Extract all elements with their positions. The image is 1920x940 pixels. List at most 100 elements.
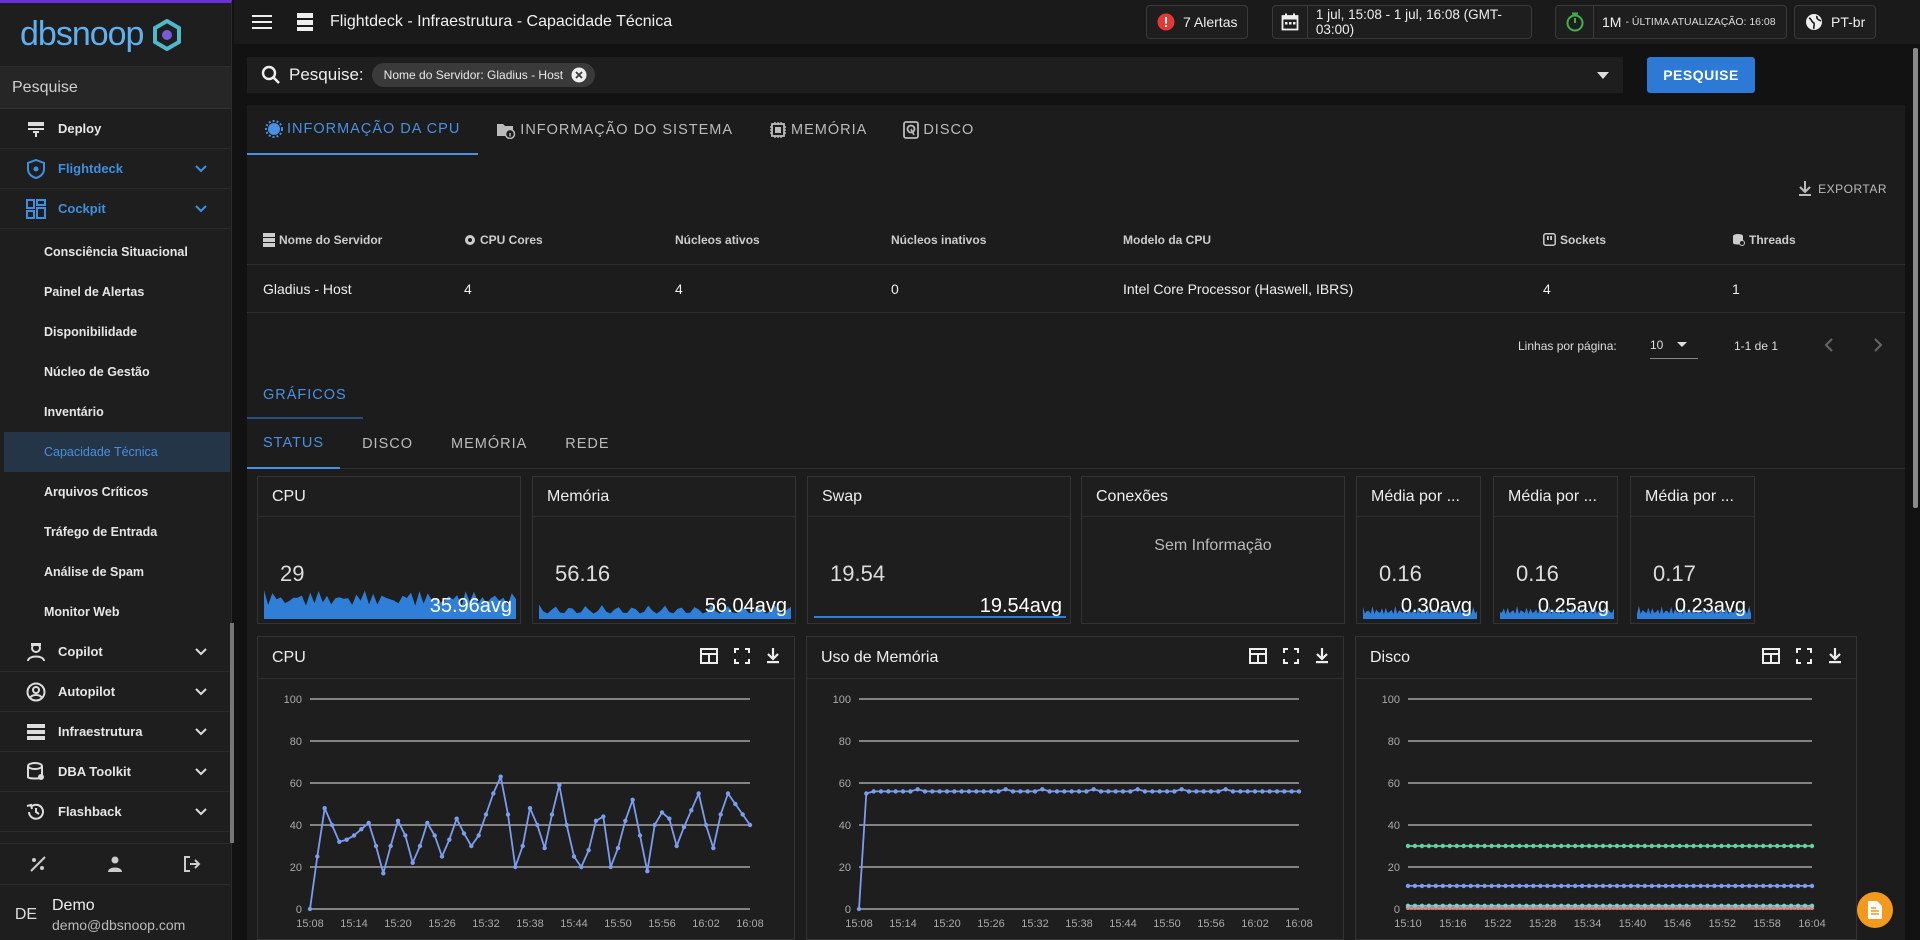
data-point[interactable]	[878, 789, 884, 794]
data-point[interactable]	[1712, 843, 1717, 849]
data-point[interactable]	[1552, 843, 1557, 849]
data-point[interactable]	[1447, 903, 1452, 909]
data-point[interactable]	[1656, 883, 1661, 889]
data-point[interactable]	[549, 812, 555, 817]
data-point[interactable]	[1461, 903, 1466, 909]
data-point[interactable]	[1698, 883, 1703, 889]
data-point[interactable]	[711, 845, 716, 851]
data-point[interactable]	[586, 848, 591, 853]
data-point[interactable]	[498, 774, 503, 779]
data-point[interactable]	[1164, 789, 1170, 794]
data-point[interactable]	[1186, 789, 1192, 794]
data-point[interactable]	[1238, 789, 1243, 794]
table-row[interactable]: Gladius - Host 4 4 0 Intel Core Processo…	[247, 265, 1905, 313]
data-point[interactable]	[344, 837, 349, 842]
data-point[interactable]	[483, 812, 489, 817]
data-point[interactable]	[1524, 883, 1529, 889]
data-point[interactable]	[1069, 789, 1074, 794]
data-point[interactable]	[1795, 843, 1801, 849]
data-point[interactable]	[315, 854, 320, 859]
data-point[interactable]	[1405, 903, 1411, 909]
data-point[interactable]	[1426, 903, 1432, 909]
data-point[interactable]	[922, 789, 928, 794]
data-point[interactable]	[1157, 789, 1162, 794]
data-point[interactable]	[1740, 843, 1745, 849]
data-point[interactable]	[886, 789, 891, 794]
data-point[interactable]	[1433, 903, 1439, 909]
data-point[interactable]	[1621, 843, 1627, 849]
data-point[interactable]	[505, 812, 511, 817]
data-point[interactable]	[915, 787, 920, 792]
data-point[interactable]	[1150, 789, 1155, 794]
column-header-sockets[interactable]: Sockets	[1543, 233, 1606, 247]
data-point[interactable]	[608, 864, 613, 870]
data-point[interactable]	[1656, 903, 1661, 909]
sidebar-subitem-analise-spam[interactable]: Análise de Spam	[4, 552, 230, 592]
data-point[interactable]	[593, 818, 599, 823]
data-point[interactable]	[1062, 789, 1067, 794]
data-point[interactable]	[373, 843, 379, 849]
sidebar-item-cockpit[interactable]: Cockpit	[0, 189, 230, 229]
data-point[interactable]	[1559, 903, 1564, 909]
filter-chip[interactable]: Nome do Servidor: Gladius - Host	[371, 63, 596, 87]
data-point[interactable]	[461, 831, 467, 836]
data-point[interactable]	[1208, 789, 1214, 794]
data-point[interactable]	[1572, 843, 1578, 849]
data-point[interactable]	[1635, 843, 1641, 849]
column-header-cpu-model[interactable]: Modelo da CPU	[1123, 233, 1211, 247]
page-scrollbar[interactable]	[1913, 48, 1918, 508]
data-point[interactable]	[1712, 903, 1717, 909]
data-point[interactable]	[1719, 883, 1724, 889]
data-point[interactable]	[1691, 903, 1696, 909]
sidebar-subitem-capacidade-tecnica[interactable]: Capacidade Técnica	[4, 432, 230, 472]
data-point[interactable]	[1649, 843, 1654, 849]
sidebar-item-copilot[interactable]: Copilot	[0, 632, 230, 672]
data-point[interactable]	[1047, 789, 1052, 794]
data-point[interactable]	[1593, 843, 1599, 849]
data-point[interactable]	[1726, 883, 1731, 889]
data-point[interactable]	[1614, 843, 1620, 849]
data-point[interactable]	[417, 843, 423, 849]
data-point[interactable]	[908, 789, 913, 794]
data-point[interactable]	[1454, 883, 1459, 889]
chevron-down-icon[interactable]	[194, 685, 208, 699]
logout-icon[interactable]	[183, 855, 201, 873]
data-point[interactable]	[476, 833, 481, 838]
data-point[interactable]	[1517, 883, 1522, 889]
data-point[interactable]	[1468, 883, 1473, 889]
data-point[interactable]	[1517, 903, 1522, 909]
data-point[interactable]	[893, 789, 898, 794]
chevron-down-icon[interactable]	[194, 202, 208, 216]
data-point[interactable]	[1670, 903, 1675, 909]
data-point[interactable]	[1628, 843, 1634, 849]
data-point[interactable]	[1691, 883, 1696, 889]
data-point[interactable]	[1054, 789, 1060, 794]
data-point[interactable]	[1774, 843, 1780, 849]
data-point[interactable]	[996, 789, 1001, 794]
data-point[interactable]	[1531, 903, 1536, 909]
data-point[interactable]	[1559, 843, 1564, 849]
data-point[interactable]	[703, 822, 709, 828]
data-point[interactable]	[1642, 883, 1648, 889]
data-point[interactable]	[1545, 843, 1550, 849]
data-point[interactable]	[1503, 903, 1508, 909]
data-point[interactable]	[937, 789, 942, 794]
data-point[interactable]	[1795, 903, 1801, 909]
data-point[interactable]	[351, 833, 357, 838]
table-view-icon[interactable]	[1762, 648, 1780, 664]
data-point[interactable]	[1621, 883, 1627, 889]
data-point[interactable]	[1010, 789, 1016, 794]
data-point[interactable]	[469, 843, 474, 849]
data-point[interactable]	[1098, 789, 1104, 794]
data-point[interactable]	[681, 824, 687, 830]
data-point[interactable]	[1781, 903, 1787, 909]
data-point[interactable]	[1489, 843, 1494, 849]
data-point[interactable]	[1489, 883, 1494, 889]
data-point[interactable]	[900, 789, 906, 794]
data-point[interactable]	[1809, 843, 1815, 849]
data-point[interactable]	[1267, 789, 1272, 794]
data-point[interactable]	[981, 789, 986, 794]
data-point[interactable]	[1586, 883, 1592, 889]
data-point[interactable]	[1496, 903, 1501, 909]
data-point[interactable]	[425, 820, 430, 826]
